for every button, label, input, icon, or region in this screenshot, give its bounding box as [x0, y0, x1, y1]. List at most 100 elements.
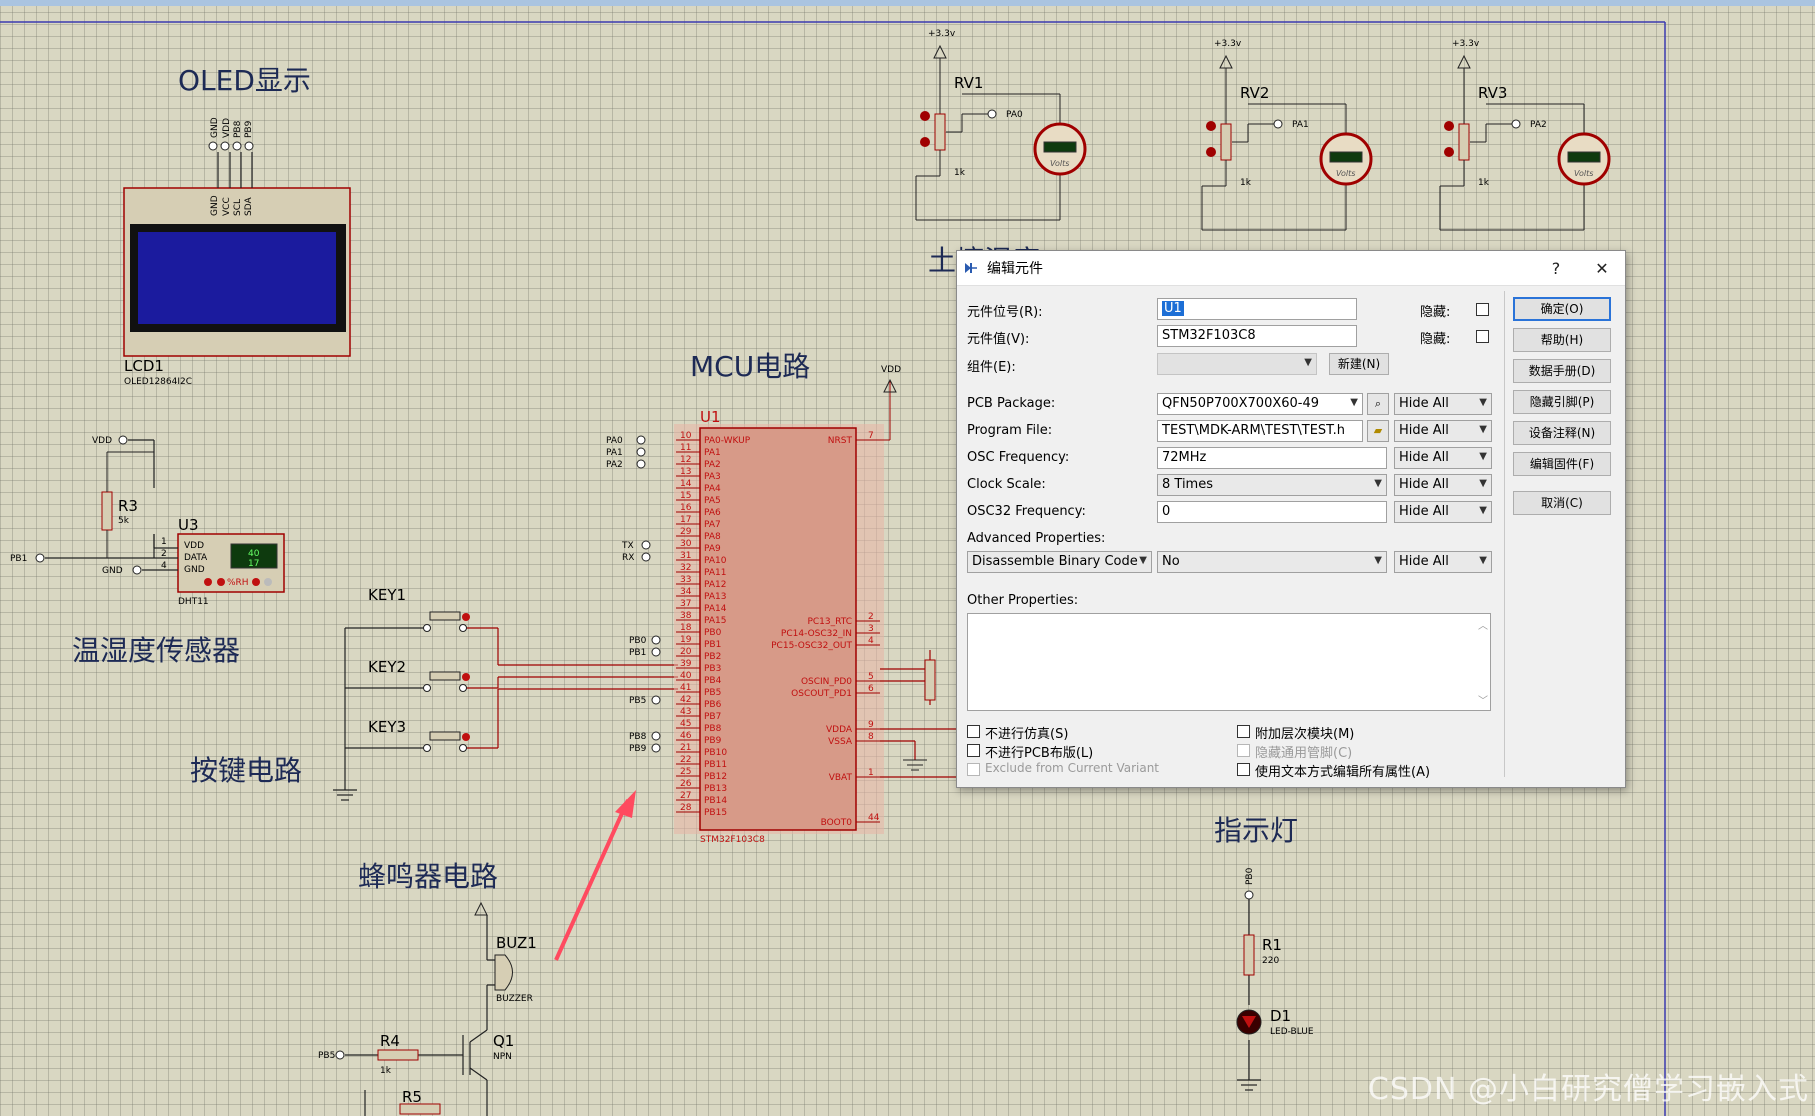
binoculars-icon[interactable]: ⌕ [1367, 393, 1389, 415]
cancel-button[interactable]: 取消(C) [1513, 491, 1611, 515]
mcu-pin-num: 5 [868, 672, 874, 682]
pcb-package-select[interactable]: QFN50P700X700X60-49 ▼ [1157, 393, 1363, 415]
chevron-down-icon: ▼ [1350, 397, 1358, 408]
edit-all-props-checkbox[interactable] [1237, 763, 1250, 776]
scroll-up-icon[interactable]: ︿ [1478, 617, 1488, 632]
exclude-variant-checkbox[interactable] [967, 763, 980, 776]
rv2-component[interactable]: +3.3v PA1 RV2 1k Volts [1201, 39, 1373, 231]
rv-val: 1k [954, 168, 966, 178]
dht11-component[interactable]: 40 17 %RH VDD DATA GND 1 2 4 U3 DHT11 R3… [10, 435, 285, 607]
osc-frequency-input[interactable]: 72MHz [1157, 447, 1387, 469]
rv1-component[interactable]: +3.3v PA0 RV1 1k Volts [915, 29, 1087, 221]
mcu-pin-num: 45 [680, 719, 691, 729]
chevron-down-icon: ▼ [1374, 555, 1382, 566]
mcu-pin-name: PA7 [704, 520, 721, 530]
help-icon[interactable]: ? [1533, 259, 1579, 278]
program-file-hide: Hide All [1399, 423, 1449, 438]
lcd-pin-pb8: PB8 [233, 120, 243, 138]
edit-firmware-button[interactable]: 编辑固件(F) [1513, 452, 1611, 476]
led-circuit[interactable]: PB0 R1 220 D1 LED-BLUE [1236, 867, 1314, 1091]
mcu-pin-num: 15 [680, 491, 691, 501]
hidden-pins-button[interactable]: 隐藏引脚(P) [1513, 390, 1611, 414]
dht-pin-num-1: 1 [161, 537, 167, 547]
mcu-pin-name: PA15 [704, 616, 726, 626]
rv-ref: RV1 [954, 74, 983, 92]
mcu-pin-name: PB14 [704, 796, 727, 806]
pcb-package-hide-select[interactable]: Hide All ▼ [1394, 393, 1492, 415]
osc32-frequency-input[interactable]: 0 [1157, 501, 1387, 523]
rv3-component[interactable]: +3.3v PA2 RV3 1k Volts [1439, 39, 1611, 231]
dialog-titlebar[interactable]: 编辑元件 ? ✕ [957, 251, 1625, 286]
mcu-pin-name: VDDA [826, 725, 853, 735]
clock-scale-hide-select[interactable]: Hide All ▼ [1394, 474, 1492, 496]
ref-hidden-checkbox[interactable] [1476, 303, 1489, 316]
device-notes-button[interactable]: 设备注释(N) [1513, 421, 1611, 445]
mcu-pin-name: PA1 [704, 448, 721, 458]
mcu-part: STM32F103C8 [700, 835, 765, 845]
chevron-down-icon: ▼ [1479, 424, 1487, 435]
mcu-pin-name: PB10 [704, 748, 727, 758]
dht-vdd-net: VDD [92, 436, 112, 446]
scroll-down-icon[interactable]: ﹀ [1478, 692, 1488, 707]
r4-val: 1k [380, 1066, 392, 1076]
ref-input[interactable]: U1 [1157, 298, 1357, 320]
mcu-pin-num: 18 [680, 623, 692, 633]
other-properties-textarea[interactable]: ︿ ﹀ [967, 613, 1491, 711]
lcd-pin-vdd: VDD [222, 118, 232, 138]
rv-supply: +3.3v [928, 29, 956, 39]
hide-common-pins-checkbox[interactable] [1237, 744, 1250, 757]
watermark: CSDN @小白研究僧学习嵌入式 [1367, 1072, 1809, 1107]
rv-net: PA0 [1006, 110, 1023, 120]
edit-component-dialog[interactable]: 编辑元件 ? ✕ 元件位号(R): U1 隐藏: 元件值(V): STM32F1… [956, 250, 1626, 788]
no-pcb-checkbox[interactable] [967, 744, 980, 757]
chevron-down-icon: ▼ [1479, 478, 1487, 489]
arrow-to-mcu [554, 799, 630, 961]
ok-button[interactable]: 确定(O) [1513, 297, 1611, 321]
mcu-pin-name: PA8 [704, 532, 721, 542]
mcu-pin-name: PA2 [704, 460, 721, 470]
value-input[interactable]: STM32F103C8 [1157, 325, 1357, 347]
keys-circuit[interactable]: KEY1 KEY2 KEY3 [333, 586, 678, 801]
group-select[interactable]: ▼ [1157, 353, 1317, 375]
mcu-pin-num: 34 [680, 587, 692, 597]
sensor-title: 温湿度传感器 [72, 634, 240, 667]
advanced-hide-select[interactable]: Hide All ▼ [1394, 551, 1492, 573]
program-file-input[interactable]: TEST\MDK-ARM\TEST\TEST.h [1157, 420, 1363, 442]
chevron-down-icon: ▼ [1479, 555, 1487, 566]
buzzer-net-pb5: PB5 [318, 1051, 335, 1061]
buz1-ref: BUZ1 [496, 934, 537, 952]
osc32-frequency-hide-select[interactable]: Hide All ▼ [1394, 501, 1492, 523]
help-button[interactable]: 帮助(H) [1513, 328, 1611, 352]
program-file-hide-select[interactable]: Hide All ▼ [1394, 420, 1492, 442]
clock-scale-select[interactable]: 8 Times ▼ [1157, 474, 1387, 496]
mcu-pin-num: 30 [680, 539, 692, 549]
net-pb0: PB0 [629, 636, 647, 646]
mcu-component[interactable]: U1 STM32F103C8 VDD 10 PA0-WKUP11 PA112 PA21… [606, 365, 959, 845]
attach-hierarchy-checkbox[interactable] [1237, 725, 1250, 738]
mcu-pin-name: PB1 [704, 640, 721, 650]
osc-frequency-hide-select[interactable]: Hide All ▼ [1394, 447, 1492, 469]
q1-ref: Q1 [493, 1032, 514, 1050]
datasheet-button[interactable]: 数据手册(D) [1513, 359, 1611, 383]
lcd-component[interactable]: GND VDD PB8 PB9 GND VCC SCL SDA LCD1 OLE… [123, 117, 351, 387]
dht-gnd-net: GND [102, 566, 123, 576]
folder-icon[interactable]: ▰ [1367, 420, 1389, 442]
net-pb8: PB8 [629, 732, 647, 742]
mcu-pin-name: PA12 [704, 580, 726, 590]
net-pb9: PB9 [629, 744, 647, 754]
new-group-button[interactable]: 新建(N) [1329, 353, 1389, 375]
dht-hum: 17 [248, 559, 259, 569]
mcu-pin-num: 26 [680, 779, 692, 789]
mcu-pin-name: PB8 [704, 724, 722, 734]
mcu-pin-name: PB5 [704, 688, 721, 698]
osc-frequency-label: OSC Frequency: [967, 450, 1070, 465]
close-icon[interactable]: ✕ [1579, 259, 1625, 278]
advanced-value-select[interactable]: No ▼ [1157, 551, 1387, 573]
mcu-pin-name: PA0-WKUP [704, 436, 751, 446]
no-sim-checkbox[interactable] [967, 725, 980, 738]
group-label: 组件(E): [967, 360, 1016, 375]
potentiometers[interactable]: +3.3vPA0RV11kVolts+3.3vPA1RV21kVolts+3.3… [915, 29, 1611, 231]
value-hidden-checkbox[interactable] [1476, 330, 1489, 343]
advanced-property-select[interactable]: Disassemble Binary Code ▼ [967, 551, 1152, 573]
buzzer-circuit[interactable]: PB5 BUZ1 BUZZER Q1 NPN R4 1k R5 [318, 901, 537, 1116]
